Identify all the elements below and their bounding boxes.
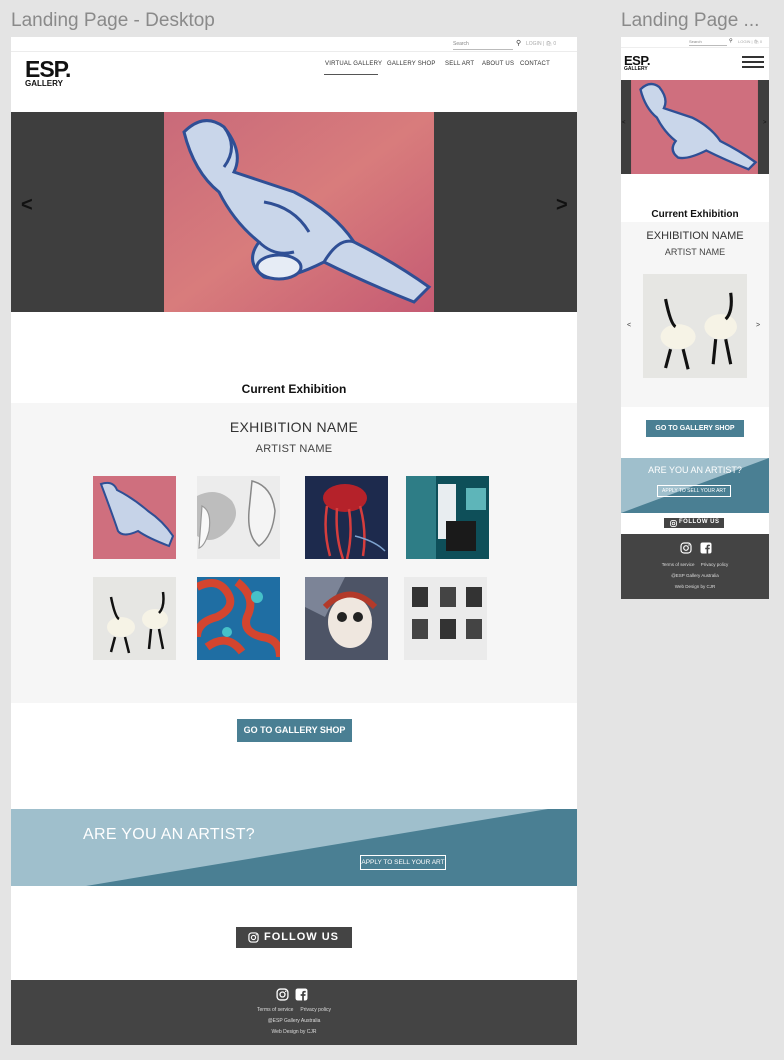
nav-virtual-gallery[interactable]: VIRTUAL GALLERY — [325, 61, 382, 67]
follow-us-button[interactable]: FOLLOW US — [664, 518, 724, 528]
footer-links: Terms of service Privacy policy — [11, 1007, 577, 1013]
hamburger-menu-icon[interactable] — [742, 56, 764, 68]
artist-name: ARTIST NAME — [664, 247, 726, 257]
logo-main-text: ESP. — [25, 56, 71, 82]
instagram-icon — [248, 932, 259, 943]
instagram-icon — [670, 520, 677, 527]
footer-credit: Web Design by CJR — [271, 1029, 317, 1035]
desktop-frame-label: Landing Page - Desktop — [11, 10, 215, 31]
exhibition-name: EXHIBITION NAME — [646, 230, 744, 242]
nav-about-us[interactable]: ABOUT US — [482, 61, 514, 67]
site-logo[interactable]: ESP. GALLERY — [624, 54, 650, 72]
instagram-icon[interactable] — [276, 988, 289, 1001]
search-input[interactable]: Search — [689, 39, 727, 46]
follow-us-label: FOLLOW US — [679, 519, 720, 525]
artwork-thumbnail[interactable] — [93, 577, 176, 660]
follow-us-button[interactable]: FOLLOW US — [236, 927, 352, 948]
artwork-thumbnail[interactable] — [197, 577, 280, 660]
nav-gallery-shop[interactable]: GALLERY SHOP — [387, 61, 436, 67]
gallery-shop-button[interactable]: GO TO GALLERY SHOP — [237, 719, 352, 742]
search-icon[interactable]: ⚲ — [516, 40, 521, 48]
gallery-shop-button[interactable]: GO TO GALLERY SHOP — [646, 420, 744, 437]
artwork-thumbnail[interactable] — [406, 476, 489, 559]
artwork-thumbnail[interactable] — [93, 476, 176, 559]
artwork-thumbnail[interactable] — [197, 476, 280, 559]
site-logo[interactable]: ESP. GALLERY — [25, 56, 71, 88]
current-exhibition-heading: Current Exhibition — [651, 209, 739, 220]
footer-copyright: @ESP Gallery Australia — [671, 573, 719, 578]
artwork-thumbnail[interactable] — [305, 476, 388, 559]
terms-link[interactable]: Terms of service — [257, 1007, 293, 1013]
login-cart-link[interactable]: LOGIN | 🛍 0 — [526, 41, 556, 47]
facebook-icon[interactable] — [295, 988, 308, 1001]
logo-sub-text: GALLERY — [25, 79, 63, 88]
terms-link[interactable]: Terms of service — [662, 562, 695, 567]
hero-artwork-image — [164, 112, 434, 312]
apply-to-sell-button[interactable]: APPLY TO SELL YOUR ART — [360, 855, 446, 870]
footer: Terms of service Privacy policy @ESP Gal… — [621, 534, 769, 599]
footer: Terms of service Privacy policy @ESP Gal… — [11, 980, 577, 1045]
instagram-icon[interactable] — [680, 542, 692, 554]
carousel-artwork-image[interactable] — [639, 274, 751, 378]
hero-carousel: < > — [621, 80, 769, 174]
apply-to-sell-button[interactable]: APPLY TO SELL YOUR ART — [657, 485, 731, 497]
exhibition-section: EXHIBITION NAME ARTIST NAME — [11, 403, 577, 703]
mobile-artboard: Search ⚲ LOGIN | 🛍 0 ESP. GALLERY < > Cu… — [621, 37, 769, 599]
hero-artwork-image — [631, 80, 758, 174]
hero-next-arrow[interactable]: > — [763, 120, 767, 126]
carousel-next-arrow[interactable]: > — [756, 322, 760, 329]
hero-prev-arrow[interactable]: < — [21, 194, 33, 217]
footer-copyright: @ESP Gallery Australia — [267, 1018, 321, 1024]
artwork-thumbnail[interactable] — [404, 577, 487, 660]
footer-credit: Web Design by CJR — [674, 584, 716, 589]
footer-links: Terms of service Privacy policy — [621, 562, 769, 567]
logo-sub-text: GALLERY — [624, 66, 648, 72]
exhibition-name: EXHIBITION NAME — [229, 419, 359, 435]
exhibition-section: EXHIBITION NAME ARTIST NAME < > — [621, 222, 769, 407]
follow-us-label: FOLLOW US — [264, 931, 339, 943]
utility-bar: Search ⚲ LOGIN | 🛍 0 — [11, 37, 577, 52]
artist-banner — [11, 809, 577, 886]
facebook-icon[interactable] — [700, 542, 712, 554]
search-icon[interactable]: ⚲ — [729, 38, 733, 44]
privacy-link[interactable]: Privacy policy — [300, 1007, 331, 1013]
utility-bar: Search ⚲ LOGIN | 🛍 0 — [621, 37, 769, 48]
login-cart-link[interactable]: LOGIN | 🛍 0 — [738, 39, 762, 44]
search-input[interactable]: Search — [453, 40, 513, 50]
hero-prev-arrow[interactable]: < — [622, 120, 626, 126]
hero-carousel: < > — [11, 112, 577, 312]
nav-active-indicator — [324, 74, 378, 75]
artist-name: ARTIST NAME — [255, 443, 333, 455]
hero-next-arrow[interactable]: > — [556, 194, 568, 217]
artist-question-heading: ARE YOU AN ARTIST? — [648, 465, 742, 475]
nav-contact[interactable]: CONTACT — [520, 61, 550, 67]
nav-sell-art[interactable]: SELL ART — [445, 61, 474, 67]
desktop-artboard: Search ⚲ LOGIN | 🛍 0 ESP. GALLERY VIRTUA… — [11, 37, 577, 1045]
privacy-link[interactable]: Privacy policy — [701, 562, 729, 567]
carousel-prev-arrow[interactable]: < — [627, 322, 631, 329]
artist-question-heading: ARE YOU AN ARTIST? — [83, 826, 255, 843]
artwork-thumbnail[interactable] — [305, 577, 388, 660]
mobile-frame-label: Landing Page ... — [621, 10, 760, 31]
current-exhibition-heading: Current Exhibition — [241, 382, 347, 396]
